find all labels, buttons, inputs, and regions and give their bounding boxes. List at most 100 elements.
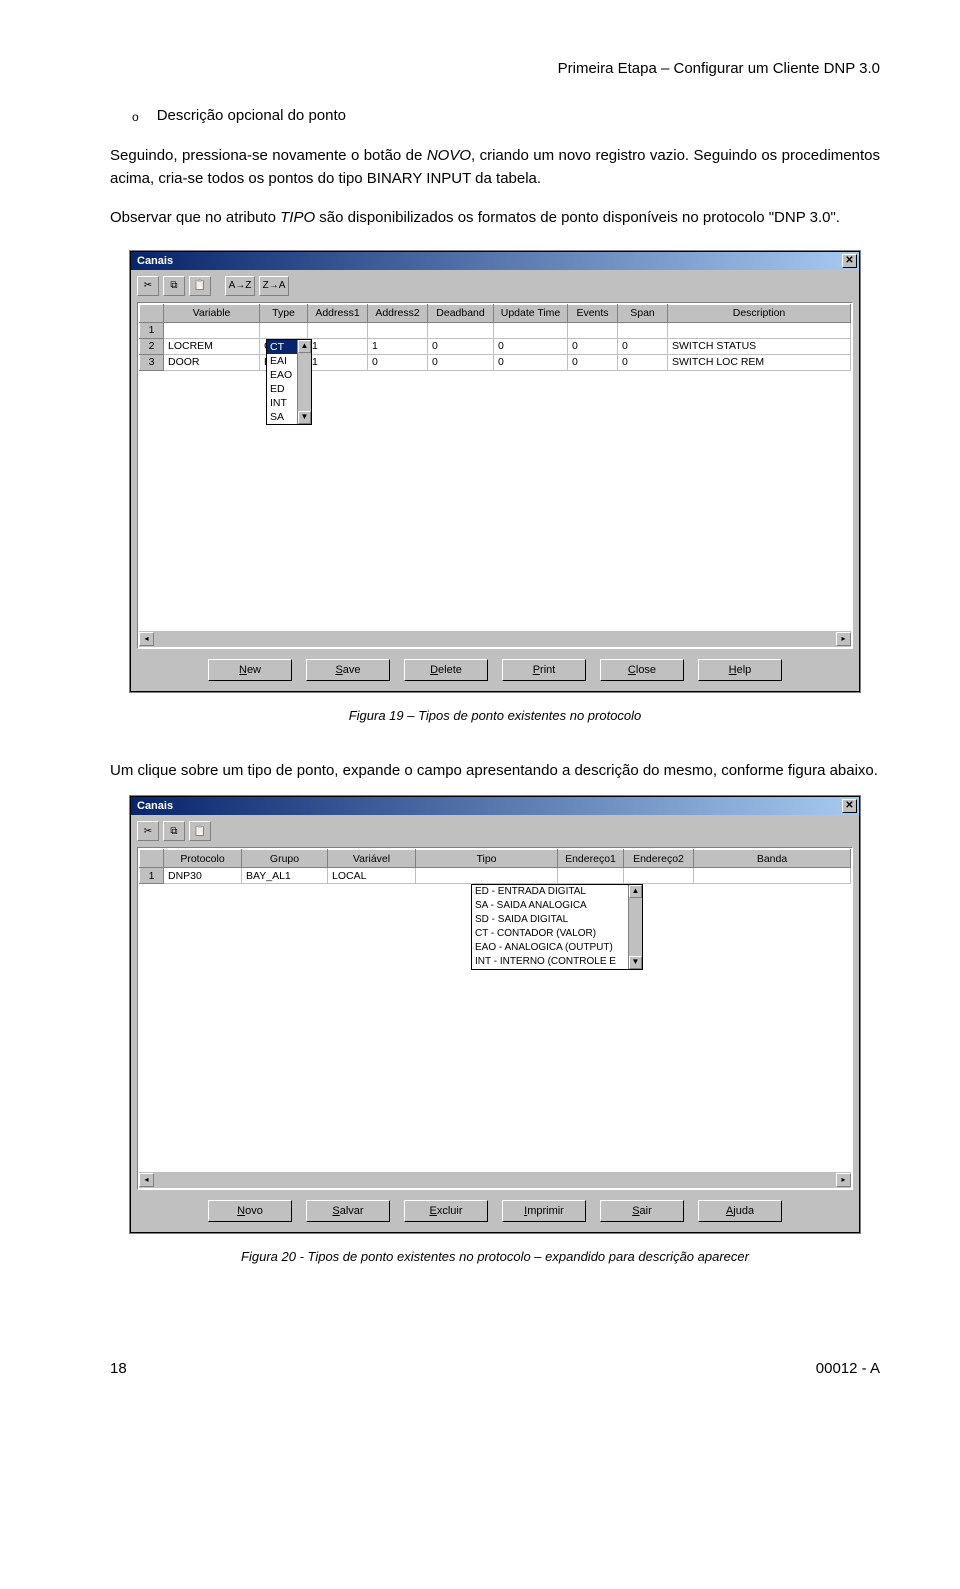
scroll-down-icon[interactable]: ▼ — [298, 411, 311, 424]
table-row[interactable]: 2 LOCREM CT 1 1 0 0 0 0 SWITCH STATUS — [140, 338, 851, 354]
cell-endereco2[interactable] — [624, 868, 694, 884]
imprimir-button[interactable]: Imprimir — [502, 1200, 586, 1222]
figure-20-caption: Figura 20 - Tipos de ponto existentes no… — [110, 1249, 880, 1264]
cell-variable[interactable]: LOCREM — [164, 338, 260, 354]
salvar-button[interactable]: Salvar — [306, 1200, 390, 1222]
col-tipo[interactable]: Tipo — [416, 850, 558, 868]
col-variable[interactable]: Variable — [164, 304, 260, 322]
cell-db[interactable] — [428, 322, 494, 338]
scroll-left-icon[interactable]: ◂ — [139, 632, 154, 646]
points-grid[interactable]: Variable Type Address1 Address2 Deadband… — [137, 302, 853, 649]
cell-desc[interactable]: SWITCH LOC REM — [668, 354, 851, 370]
scroll-down-icon[interactable]: ▼ — [629, 956, 642, 969]
cell-a1[interactable]: 1 — [308, 338, 368, 354]
print-button[interactable]: Print — [502, 659, 586, 681]
tipo-dropdown-open[interactable]: ED - ENTRADA DIGITAL SA - SAIDA ANALOGIC… — [471, 884, 643, 970]
cell-a1[interactable]: 1 — [308, 354, 368, 370]
col-endereco1[interactable]: Endereço1 — [558, 850, 624, 868]
cell-sp[interactable] — [618, 322, 668, 338]
col-description[interactable]: Description — [668, 304, 851, 322]
copy-icon[interactable]: ⧉ — [163, 821, 185, 841]
sair-button[interactable]: Sair — [600, 1200, 684, 1222]
horizontal-scrollbar[interactable]: ◂ ▸ — [139, 631, 851, 647]
cell-ev[interactable]: 0 — [568, 354, 618, 370]
cell-ut[interactable] — [494, 322, 568, 338]
cell-grupo[interactable]: BAY_AL1 — [242, 868, 328, 884]
cell-protocolo[interactable]: DNP30 — [164, 868, 242, 884]
close-button[interactable]: Close — [600, 659, 684, 681]
cell-ev[interactable] — [568, 322, 618, 338]
paragraph-3: Um clique sobre um tipo de ponto, expand… — [110, 759, 880, 782]
cell-a1[interactable] — [308, 322, 368, 338]
scroll-left-icon[interactable]: ◂ — [139, 1173, 154, 1187]
help-button[interactable]: Help — [698, 659, 782, 681]
col-span[interactable]: Span — [618, 304, 668, 322]
col-banda[interactable]: Banda — [694, 850, 851, 868]
cell-db[interactable]: 0 — [428, 354, 494, 370]
cell-variable[interactable]: DOOR — [164, 354, 260, 370]
cell-ev[interactable]: 0 — [568, 338, 618, 354]
horizontal-scrollbar[interactable]: ◂ ▸ — [139, 1172, 851, 1188]
cut-icon[interactable]: ✂ — [137, 276, 159, 296]
cell-desc[interactable]: SWITCH STATUS — [668, 338, 851, 354]
scroll-right-icon[interactable]: ▸ — [836, 1173, 851, 1187]
type-dropdown-open[interactable]: CT EAI EAO ED INT SA ▲ ▼ — [266, 339, 312, 425]
paste-icon[interactable]: 📋 — [189, 276, 211, 296]
paste-icon[interactable]: 📋 — [189, 821, 211, 841]
table-row[interactable]: 1 — [140, 322, 851, 338]
col-address2[interactable]: Address2 — [368, 304, 428, 322]
cell-db[interactable]: 0 — [428, 338, 494, 354]
sort-desc-button[interactable]: Z→A — [259, 276, 289, 296]
scroll-right-icon[interactable]: ▸ — [836, 632, 851, 646]
col-address1[interactable]: Address1 — [308, 304, 368, 322]
col-protocolo[interactable]: Protocolo — [164, 850, 242, 868]
col-events[interactable]: Events — [568, 304, 618, 322]
new-button[interactable]: New — [208, 659, 292, 681]
cell-a2[interactable]: 1 — [368, 338, 428, 354]
cell-desc[interactable] — [668, 322, 851, 338]
table-row[interactable]: 1 DNP30 BAY_AL1 LOCAL EAI - ANALOGICA (I… — [140, 868, 851, 884]
cell-tipo[interactable]: EAI - ANALOGICA (INPUT) — [416, 868, 558, 884]
col-grupo[interactable]: Grupo — [242, 850, 328, 868]
dropdown-option[interactable]: CT - CONTADOR (VALOR) — [472, 927, 642, 941]
cell-variavel[interactable]: LOCAL — [328, 868, 416, 884]
cell-endereco1[interactable] — [558, 868, 624, 884]
close-icon[interactable]: ✕ — [842, 254, 857, 268]
dropdown-option[interactable]: INT - INTERNO (CONTROLE E — [472, 955, 642, 969]
close-icon[interactable]: ✕ — [842, 799, 857, 813]
sort-asc-button[interactable]: A→Z — [225, 276, 255, 296]
novo-button[interactable]: Novo — [208, 1200, 292, 1222]
col-updatetime[interactable]: Update Time — [494, 304, 568, 322]
ajuda-button[interactable]: Ajuda — [698, 1200, 782, 1222]
cell-a2[interactable] — [368, 322, 428, 338]
col-type[interactable]: Type — [260, 304, 308, 322]
cell-ut[interactable]: 0 — [494, 354, 568, 370]
cell-ut[interactable]: 0 — [494, 338, 568, 354]
excluir-button[interactable]: Excluir — [404, 1200, 488, 1222]
dropdown-option[interactable]: EAO - ANALOGICA (OUTPUT) — [472, 941, 642, 955]
table-row[interactable]: 3 DOOR EAI 1 0 0 0 0 0 SWITCH LOC REM — [140, 354, 851, 370]
cell-banda[interactable] — [694, 868, 851, 884]
dropdown-option[interactable]: ED - ENTRADA DIGITAL — [472, 885, 642, 899]
cell-sp[interactable]: 0 — [618, 354, 668, 370]
points-grid-2[interactable]: Protocolo Grupo Variável Tipo Endereço1 … — [137, 847, 853, 1190]
dropdown-option[interactable]: SA - SAIDA ANALOGICA — [472, 899, 642, 913]
p2-a: Observar que no atributo — [110, 209, 280, 226]
cut-icon[interactable]: ✂ — [137, 821, 159, 841]
cell-a2[interactable]: 0 — [368, 354, 428, 370]
col-variavel[interactable]: Variável — [328, 850, 416, 868]
scroll-up-icon[interactable]: ▲ — [298, 340, 311, 353]
delete-button[interactable]: Delete — [404, 659, 488, 681]
col-endereco2[interactable]: Endereço2 — [624, 850, 694, 868]
cell-sp[interactable]: 0 — [618, 338, 668, 354]
p1-italic: NOVO — [427, 147, 471, 164]
cell-type[interactable] — [260, 322, 308, 338]
dropdown-option[interactable]: SD - SAIDA DIGITAL — [472, 913, 642, 927]
row-number: 1 — [140, 322, 164, 338]
cell-variable[interactable] — [164, 322, 260, 338]
scroll-up-icon[interactable]: ▲ — [629, 885, 642, 898]
copy-icon[interactable]: ⧉ — [163, 276, 185, 296]
save-button[interactable]: Save — [306, 659, 390, 681]
titlebar: Canais ✕ — [131, 797, 859, 815]
col-deadband[interactable]: Deadband — [428, 304, 494, 322]
